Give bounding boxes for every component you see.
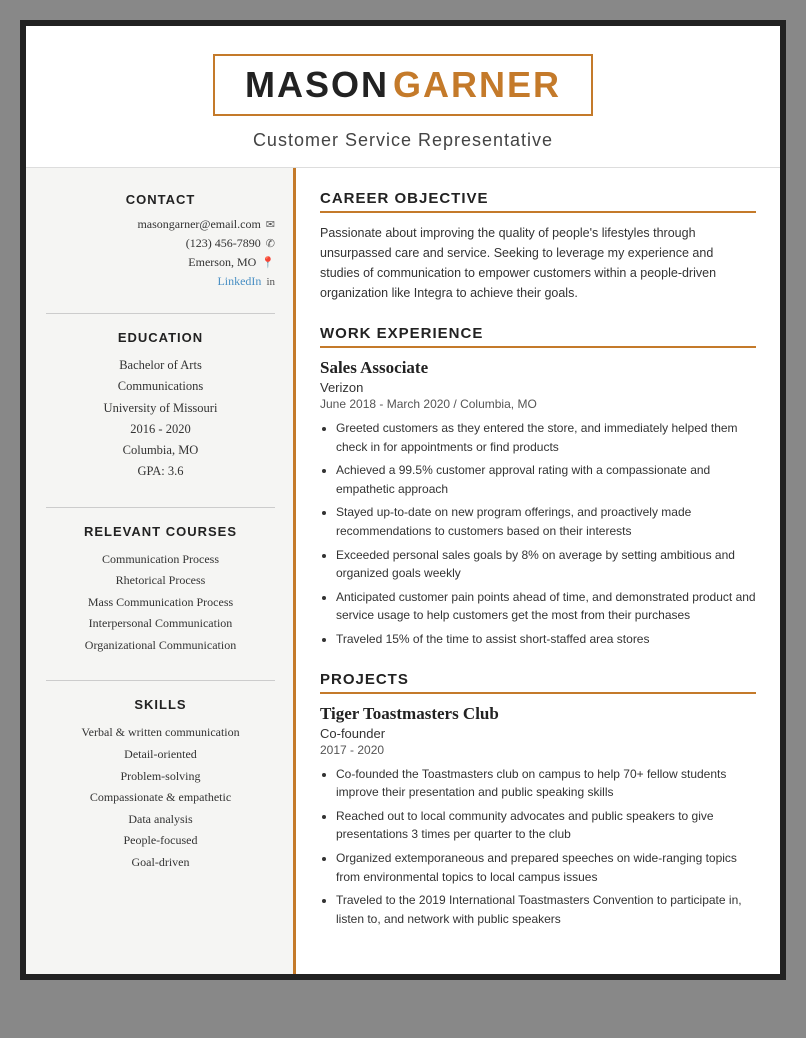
bullet-item: Co-founded the Toastmasters club on camp… <box>336 765 756 802</box>
course-4: Interpersonal Communication <box>46 613 275 635</box>
location-text: Emerson, MO <box>188 255 256 270</box>
courses-section: RELEVANT COURSES Communication Process R… <box>46 524 275 657</box>
contact-location: Emerson, MO 📍 <box>46 255 275 270</box>
job-title-text: Sales Associate <box>320 358 756 378</box>
skills-title: SKILLS <box>46 697 275 712</box>
bullet-item: Exceeded personal sales goals by 8% on a… <box>336 546 756 583</box>
divider-1 <box>46 313 275 314</box>
edu-field: Communications <box>46 376 275 397</box>
company-name: Verizon <box>320 380 756 395</box>
course-2: Rhetorical Process <box>46 570 275 592</box>
body-layout: CONTACT masongarner@email.com ✉ (123) 45… <box>26 167 780 974</box>
project-role: Co-founder <box>320 726 756 741</box>
bullet-item: Traveled to the 2019 International Toast… <box>336 891 756 928</box>
main-content: CAREER OBJECTIVE Passionate about improv… <box>296 168 780 974</box>
contact-phone: (123) 456-7890 ✆ <box>46 236 275 251</box>
education-details: Bachelor of Arts Communications Universi… <box>46 355 275 483</box>
career-objective-text: Passionate about improving the quality o… <box>320 223 756 303</box>
skill-2: Detail-oriented <box>46 744 275 766</box>
career-objective-section: CAREER OBJECTIVE Passionate about improv… <box>320 190 756 303</box>
location-icon: 📍 <box>261 256 275 269</box>
resume-document: MASON GARNER Customer Service Representa… <box>20 20 786 980</box>
bullet-item: Greeted customers as they entered the st… <box>336 419 756 456</box>
skill-6: People-focused <box>46 830 275 852</box>
work-experience-title: WORK EXPERIENCE <box>320 325 756 348</box>
contact-email: masongarner@email.com ✉ <box>46 217 275 232</box>
edu-gpa: GPA: 3.6 <box>46 461 275 482</box>
course-3: Mass Communication Process <box>46 592 275 614</box>
edu-years: 2016 - 2020 <box>46 419 275 440</box>
bullet-item: Anticipated customer pain points ahead o… <box>336 588 756 625</box>
career-objective-title: CAREER OBJECTIVE <box>320 190 756 213</box>
contact-section: CONTACT masongarner@email.com ✉ (123) 45… <box>46 192 275 289</box>
course-5: Organizational Communication <box>46 635 275 657</box>
skill-4: Compassionate & empathetic <box>46 787 275 809</box>
sidebar: CONTACT masongarner@email.com ✉ (123) 45… <box>26 168 296 974</box>
linkedin-link[interactable]: LinkedIn <box>217 274 261 289</box>
last-name: GARNER <box>393 64 561 105</box>
skill-7: Goal-driven <box>46 852 275 874</box>
bullet-item: Stayed up-to-date on new program offerin… <box>336 503 756 540</box>
contact-title: CONTACT <box>46 192 275 207</box>
phone-icon: ✆ <box>266 237 275 250</box>
skills-list: Verbal & written communication Detail-or… <box>46 722 275 873</box>
projects-title: PROJECTS <box>320 671 756 694</box>
bullet-item: Traveled 15% of the time to assist short… <box>336 630 756 649</box>
courses-list: Communication Process Rhetorical Process… <box>46 549 275 657</box>
skill-1: Verbal & written communication <box>46 722 275 744</box>
courses-title: RELEVANT COURSES <box>46 524 275 539</box>
email-icon: ✉ <box>266 218 275 231</box>
project-title: Tiger Toastmasters Club <box>320 704 756 724</box>
linkedin-icon: in <box>266 276 275 288</box>
projects-section: PROJECTS Tiger Toastmasters Club Co-foun… <box>320 671 756 929</box>
project-years: 2017 - 2020 <box>320 743 756 757</box>
name-box: MASON GARNER <box>213 54 593 116</box>
skill-3: Problem-solving <box>46 766 275 788</box>
project-bullets: Co-founded the Toastmasters club on camp… <box>320 765 756 929</box>
course-1: Communication Process <box>46 549 275 571</box>
education-section: EDUCATION Bachelor of Arts Communication… <box>46 330 275 483</box>
job-bullets: Greeted customers as they entered the st… <box>320 419 756 649</box>
job-title-header: Customer Service Representative <box>66 130 740 151</box>
divider-3 <box>46 680 275 681</box>
education-title: EDUCATION <box>46 330 275 345</box>
bullet-item: Reached out to local community advocates… <box>336 807 756 844</box>
divider-2 <box>46 507 275 508</box>
bullet-item: Organized extemporaneous and prepared sp… <box>336 849 756 886</box>
skill-5: Data analysis <box>46 809 275 831</box>
edu-university: University of Missouri <box>46 398 275 419</box>
email-text: masongarner@email.com <box>137 217 260 232</box>
skills-section: SKILLS Verbal & written communication De… <box>46 697 275 873</box>
resume-header: MASON GARNER Customer Service Representa… <box>26 26 780 167</box>
first-name: MASON <box>245 64 389 105</box>
phone-text: (123) 456-7890 <box>186 236 261 251</box>
edu-degree: Bachelor of Arts <box>46 355 275 376</box>
bullet-item: Achieved a 99.5% customer approval ratin… <box>336 461 756 498</box>
job-meta: June 2018 - March 2020 / Columbia, MO <box>320 397 756 411</box>
work-experience-section: WORK EXPERIENCE Sales Associate Verizon … <box>320 325 756 649</box>
edu-location: Columbia, MO <box>46 440 275 461</box>
contact-linkedin[interactable]: LinkedIn in <box>46 274 275 289</box>
